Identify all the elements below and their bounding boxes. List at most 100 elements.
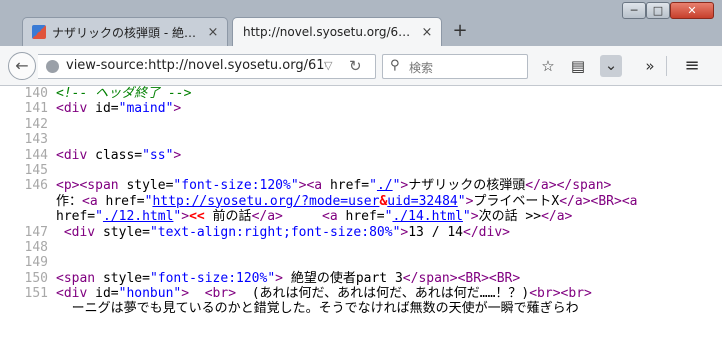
close-window-button[interactable]: ✕ <box>670 2 714 19</box>
source-token: </span><BR><BR> <box>402 270 521 286</box>
source-line: 147 <div style="text-align:right;font-si… <box>0 225 722 240</box>
source-line: 141 <div id="maind"> <box>0 101 722 116</box>
line-number: 145 <box>24 162 48 178</box>
source-token: </a> <box>251 209 283 225</box>
new-tab-button[interactable]: + <box>450 20 470 42</box>
source-token <box>283 209 322 224</box>
maximize-button[interactable]: □ <box>646 2 670 19</box>
tab-title: ナザリックの核弾頭 - 絶… <box>52 25 196 40</box>
source-token: "maind" <box>118 101 174 117</box>
source-token: <!-- ヘッダ終了 --> <box>56 86 192 101</box>
bookmark-star-icon[interactable]: ☆ <box>538 56 558 76</box>
source-token: id= <box>95 101 119 117</box>
source-code: <div id="honbun"> <br> (あれは何だ、あれは何だ、あれは何… <box>56 286 592 301</box>
address-input[interactable]: view-source:http://novel.syosetu.org/61( <box>66 58 326 73</box>
source-token: "text-align:right;font-size:80%" <box>149 224 401 240</box>
source-token: "font-size:120%" <box>173 178 299 194</box>
search-box[interactable]: ⚲ 検索 <box>382 54 528 79</box>
source-token: > <box>173 101 182 117</box>
source-token: 13 / 14 <box>408 224 464 240</box>
source-token: > <box>181 209 190 225</box>
source-line: 148 <box>0 240 722 255</box>
pocket-icon[interactable]: ⌄ <box>600 55 622 77</box>
search-input[interactable]: 検索 <box>409 59 433 76</box>
source-token: <br> <box>204 286 237 302</box>
source-code: 作：<a href= " http://syosetu.org/?mode=user… <box>56 194 638 209</box>
minimize-button[interactable]: ─ <box>622 2 646 19</box>
source-view[interactable]: 140 <!-- ヘッダ終了 --> 141 <div id="maind"> 142 1… <box>0 86 722 340</box>
source-token[interactable]: uid=32484 <box>387 194 457 209</box>
dropdown-icon[interactable]: ▽ <box>324 59 332 72</box>
hamburger-menu-icon[interactable]: ≡ <box>680 56 704 76</box>
line-number: 147 <box>24 224 48 240</box>
source-code: href="./12.html"><< 前の話</a> <a href="./1… <box>56 209 572 224</box>
source-token: プライベートX <box>473 193 560 209</box>
source-token: 次の話 >> <box>478 209 542 225</box>
source-token[interactable]: ./ <box>377 178 393 193</box>
source-token: " <box>369 178 377 194</box>
globe-icon <box>46 60 59 73</box>
source-token: ナザリックの核弾頭 <box>408 178 526 194</box>
line-number: 142 <box>24 116 48 132</box>
source-token: "font-size:120%" <box>149 270 276 286</box>
search-icon: ⚲ <box>390 58 400 73</box>
reload-icon[interactable]: ↻ <box>349 57 362 75</box>
source-code: <div class="ss"> <box>56 148 181 163</box>
source-token[interactable]: ./12.html <box>103 209 173 224</box>
tab-close-icon[interactable]: × <box>205 25 221 40</box>
source-code: <div id="maind"> <box>56 101 181 116</box>
source-line: 151 <div id="honbun"> <br> (あれは何だ、あれは何だ、あ… <box>0 286 722 301</box>
source-line: 144 <div class="ss"> <box>0 148 722 163</box>
tab-title: http://novel.syosetu.org/6… <box>243 25 411 39</box>
tab-novel-title[interactable]: ナザリックの核弾頭 - 絶… × <box>22 17 228 46</box>
source-code: <span style="font-size:120%"> 絶望の使者part … <box>56 271 520 286</box>
address-bar[interactable]: view-source:http://novel.syosetu.org/61(… <box>38 54 376 79</box>
source-line: 140 <!-- ヘッダ終了 --> <box>0 86 722 101</box>
line-number: 148 <box>24 239 48 255</box>
source-token: 前の話 <box>204 209 252 225</box>
source-token: <p><span <box>56 178 127 194</box>
source-token: > <box>470 209 479 225</box>
source-code: ーニグは夢でも見ているのかと錯覚した。そうでなければ無数の天使が一瞬で薙ぎらわ <box>56 301 579 316</box>
source-token: style= <box>102 270 150 286</box>
source-code: <div style="text-align:right;font-size:8… <box>56 225 510 240</box>
navigation-toolbar: ← view-source:http://novel.syosetu.org/6… <box>0 46 722 86</box>
source-token[interactable]: http://syosetu.org/?mode=user <box>152 194 379 209</box>
tab-close-icon[interactable]: × <box>419 25 435 40</box>
close-icon: ✕ <box>687 4 697 17</box>
source-token <box>189 286 205 301</box>
toolbar-divider <box>666 56 667 76</box>
line-number: 151 <box>24 286 48 302</box>
tab-view-source[interactable]: http://novel.syosetu.org/6… × <box>232 17 442 46</box>
source-line: ーニグは夢でも見ているのかと錯覚した。そうでなければ無数の天使が一瞬で薙ぎらわ <box>0 301 722 316</box>
source-token: style= <box>126 178 174 194</box>
source-token: " <box>457 193 466 209</box>
minimize-icon: ─ <box>630 4 638 17</box>
source-line: 149 <box>0 255 722 270</box>
source-token: ><a <box>298 178 330 194</box>
source-token: <div <box>63 224 103 240</box>
back-button[interactable]: ← <box>8 52 36 80</box>
source-token: <div <box>56 147 96 163</box>
source-token: << <box>189 209 205 225</box>
source-token: href= <box>345 209 385 225</box>
line-number: 143 <box>24 132 48 148</box>
source-token: </a></span> <box>525 178 612 194</box>
source-token: > <box>275 270 283 286</box>
source-token: id= <box>95 286 119 302</box>
overflow-chevron-icon[interactable]: » <box>640 56 660 76</box>
source-token: <div <box>56 101 96 117</box>
line-number: 144 <box>24 147 48 163</box>
source-token[interactable]: ./14.html <box>392 209 462 224</box>
reading-list-icon[interactable]: ▤ <box>568 56 588 76</box>
source-token <box>56 225 64 240</box>
source-token: href= <box>56 209 96 225</box>
source-code: <p><span style="font-size:120%"><a href=… <box>56 178 611 193</box>
source-line: 142 <box>0 117 722 132</box>
source-token: <a <box>82 193 106 209</box>
line-number: 149 <box>24 255 48 271</box>
source-token: " <box>95 209 103 225</box>
source-line: 146 <p><span style="font-size:120%"><a hr… <box>0 178 722 193</box>
source-token: "ss" <box>142 147 174 163</box>
source-token: style= <box>102 224 150 240</box>
